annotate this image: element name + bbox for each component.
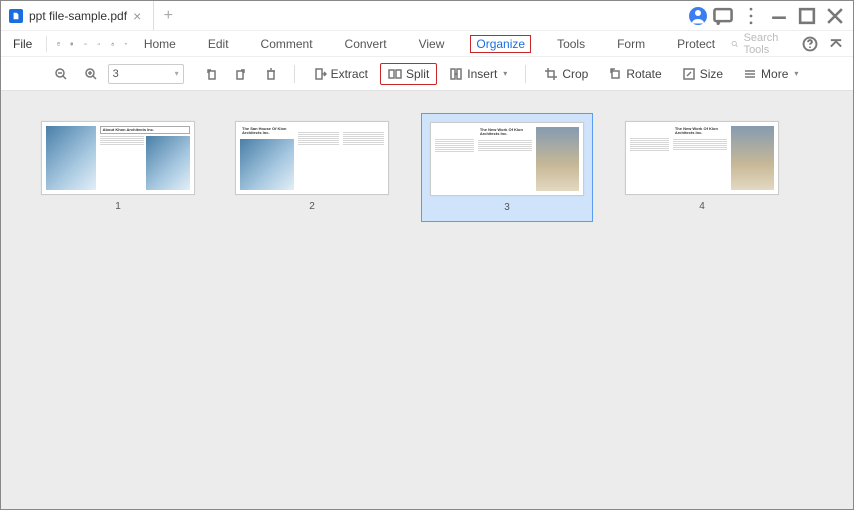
size-button[interactable]: Size: [674, 63, 731, 85]
search-tools[interactable]: Search Tools: [731, 32, 783, 56]
thumb-title: The New Work Of Klon Architects Inc.: [478, 127, 532, 138]
close-window-button[interactable]: [823, 4, 847, 28]
collapse-ribbon-icon[interactable]: [827, 35, 845, 53]
insert-button[interactable]: Insert▾: [441, 63, 515, 85]
tab-convert[interactable]: Convert: [339, 35, 393, 53]
rotate-right-button[interactable]: [228, 63, 254, 85]
thumb-title: About Khon Architects Inc.: [100, 126, 190, 134]
chevron-down-icon: ▾: [794, 69, 798, 78]
zoom-out-button[interactable]: [48, 63, 74, 85]
page-thumbnail-selected[interactable]: The New Work Of Klon Architects Inc. 3: [421, 113, 593, 222]
chevron-down-icon: ▾: [175, 69, 179, 78]
main-menu: Home Edit Comment Convert View Organize …: [138, 35, 721, 53]
app-icon: [9, 9, 23, 23]
page-thumbnail[interactable]: The San House Of Klon Architects Inc. 2: [235, 121, 389, 212]
tab-view[interactable]: View: [413, 35, 451, 53]
more-button[interactable]: More▾: [735, 63, 806, 85]
save-icon[interactable]: [57, 35, 61, 53]
thumb-title: The San House Of Klon Architects Inc.: [240, 126, 294, 137]
thumbnail-panel: About Khon Architects Inc. 1 The San Hou…: [1, 91, 853, 509]
rotate-left-button[interactable]: [198, 63, 224, 85]
file-menu[interactable]: File: [9, 35, 36, 53]
new-tab-button[interactable]: +: [154, 1, 182, 30]
organize-toolbar: 3▾ Extract Split Insert▾ Crop Rotate Siz…: [1, 57, 853, 91]
search-placeholder: Search Tools: [744, 32, 783, 56]
help-icon[interactable]: [801, 35, 819, 53]
redo-icon[interactable]: [97, 35, 101, 53]
chevron-down-icon: ▾: [503, 69, 507, 78]
tab-title: ppt file-sample.pdf: [29, 9, 127, 23]
document-tab[interactable]: ppt file-sample.pdf ×: [1, 1, 154, 30]
tab-edit[interactable]: Edit: [202, 35, 235, 53]
delete-button[interactable]: [258, 63, 284, 85]
tab-home[interactable]: Home: [138, 35, 182, 53]
page-number-value: 3: [113, 68, 119, 80]
quick-dropdown-icon[interactable]: [124, 35, 128, 53]
print-icon[interactable]: [70, 35, 74, 53]
page-number-input[interactable]: 3▾: [108, 64, 184, 84]
chat-icon[interactable]: [711, 4, 735, 28]
tab-comment[interactable]: Comment: [255, 35, 319, 53]
extract-button[interactable]: Extract: [305, 63, 376, 85]
close-tab-icon[interactable]: ×: [133, 8, 141, 24]
share-icon[interactable]: [111, 35, 115, 53]
page-number: 4: [699, 201, 705, 212]
split-button[interactable]: Split: [380, 63, 437, 85]
thumb-title: The New Work Of Klon Architects Inc.: [673, 126, 727, 137]
more-menu-icon[interactable]: [739, 4, 763, 28]
zoom-in-button[interactable]: [78, 63, 104, 85]
window-controls: [689, 4, 853, 28]
maximize-button[interactable]: [795, 4, 819, 28]
minimize-button[interactable]: [767, 4, 791, 28]
page-thumbnail[interactable]: About Khon Architects Inc. 1: [41, 121, 195, 212]
page-number: 2: [309, 201, 315, 212]
page-number: 1: [115, 201, 121, 212]
user-avatar[interactable]: [689, 7, 707, 25]
tab-protect[interactable]: Protect: [671, 35, 721, 53]
page-thumbnail[interactable]: The New Work Of Klon Architects Inc. 4: [625, 121, 779, 212]
undo-icon[interactable]: [84, 35, 88, 53]
rotate-button[interactable]: Rotate: [600, 63, 669, 85]
quick-access-bar: File Home Edit Comment Convert View Orga…: [1, 31, 853, 57]
tab-organize[interactable]: Organize: [470, 35, 531, 53]
tab-form[interactable]: Form: [611, 35, 651, 53]
tab-tools[interactable]: Tools: [551, 35, 591, 53]
title-bar: ppt file-sample.pdf × +: [1, 1, 853, 31]
crop-button[interactable]: Crop: [536, 63, 596, 85]
page-number: 3: [504, 202, 510, 213]
